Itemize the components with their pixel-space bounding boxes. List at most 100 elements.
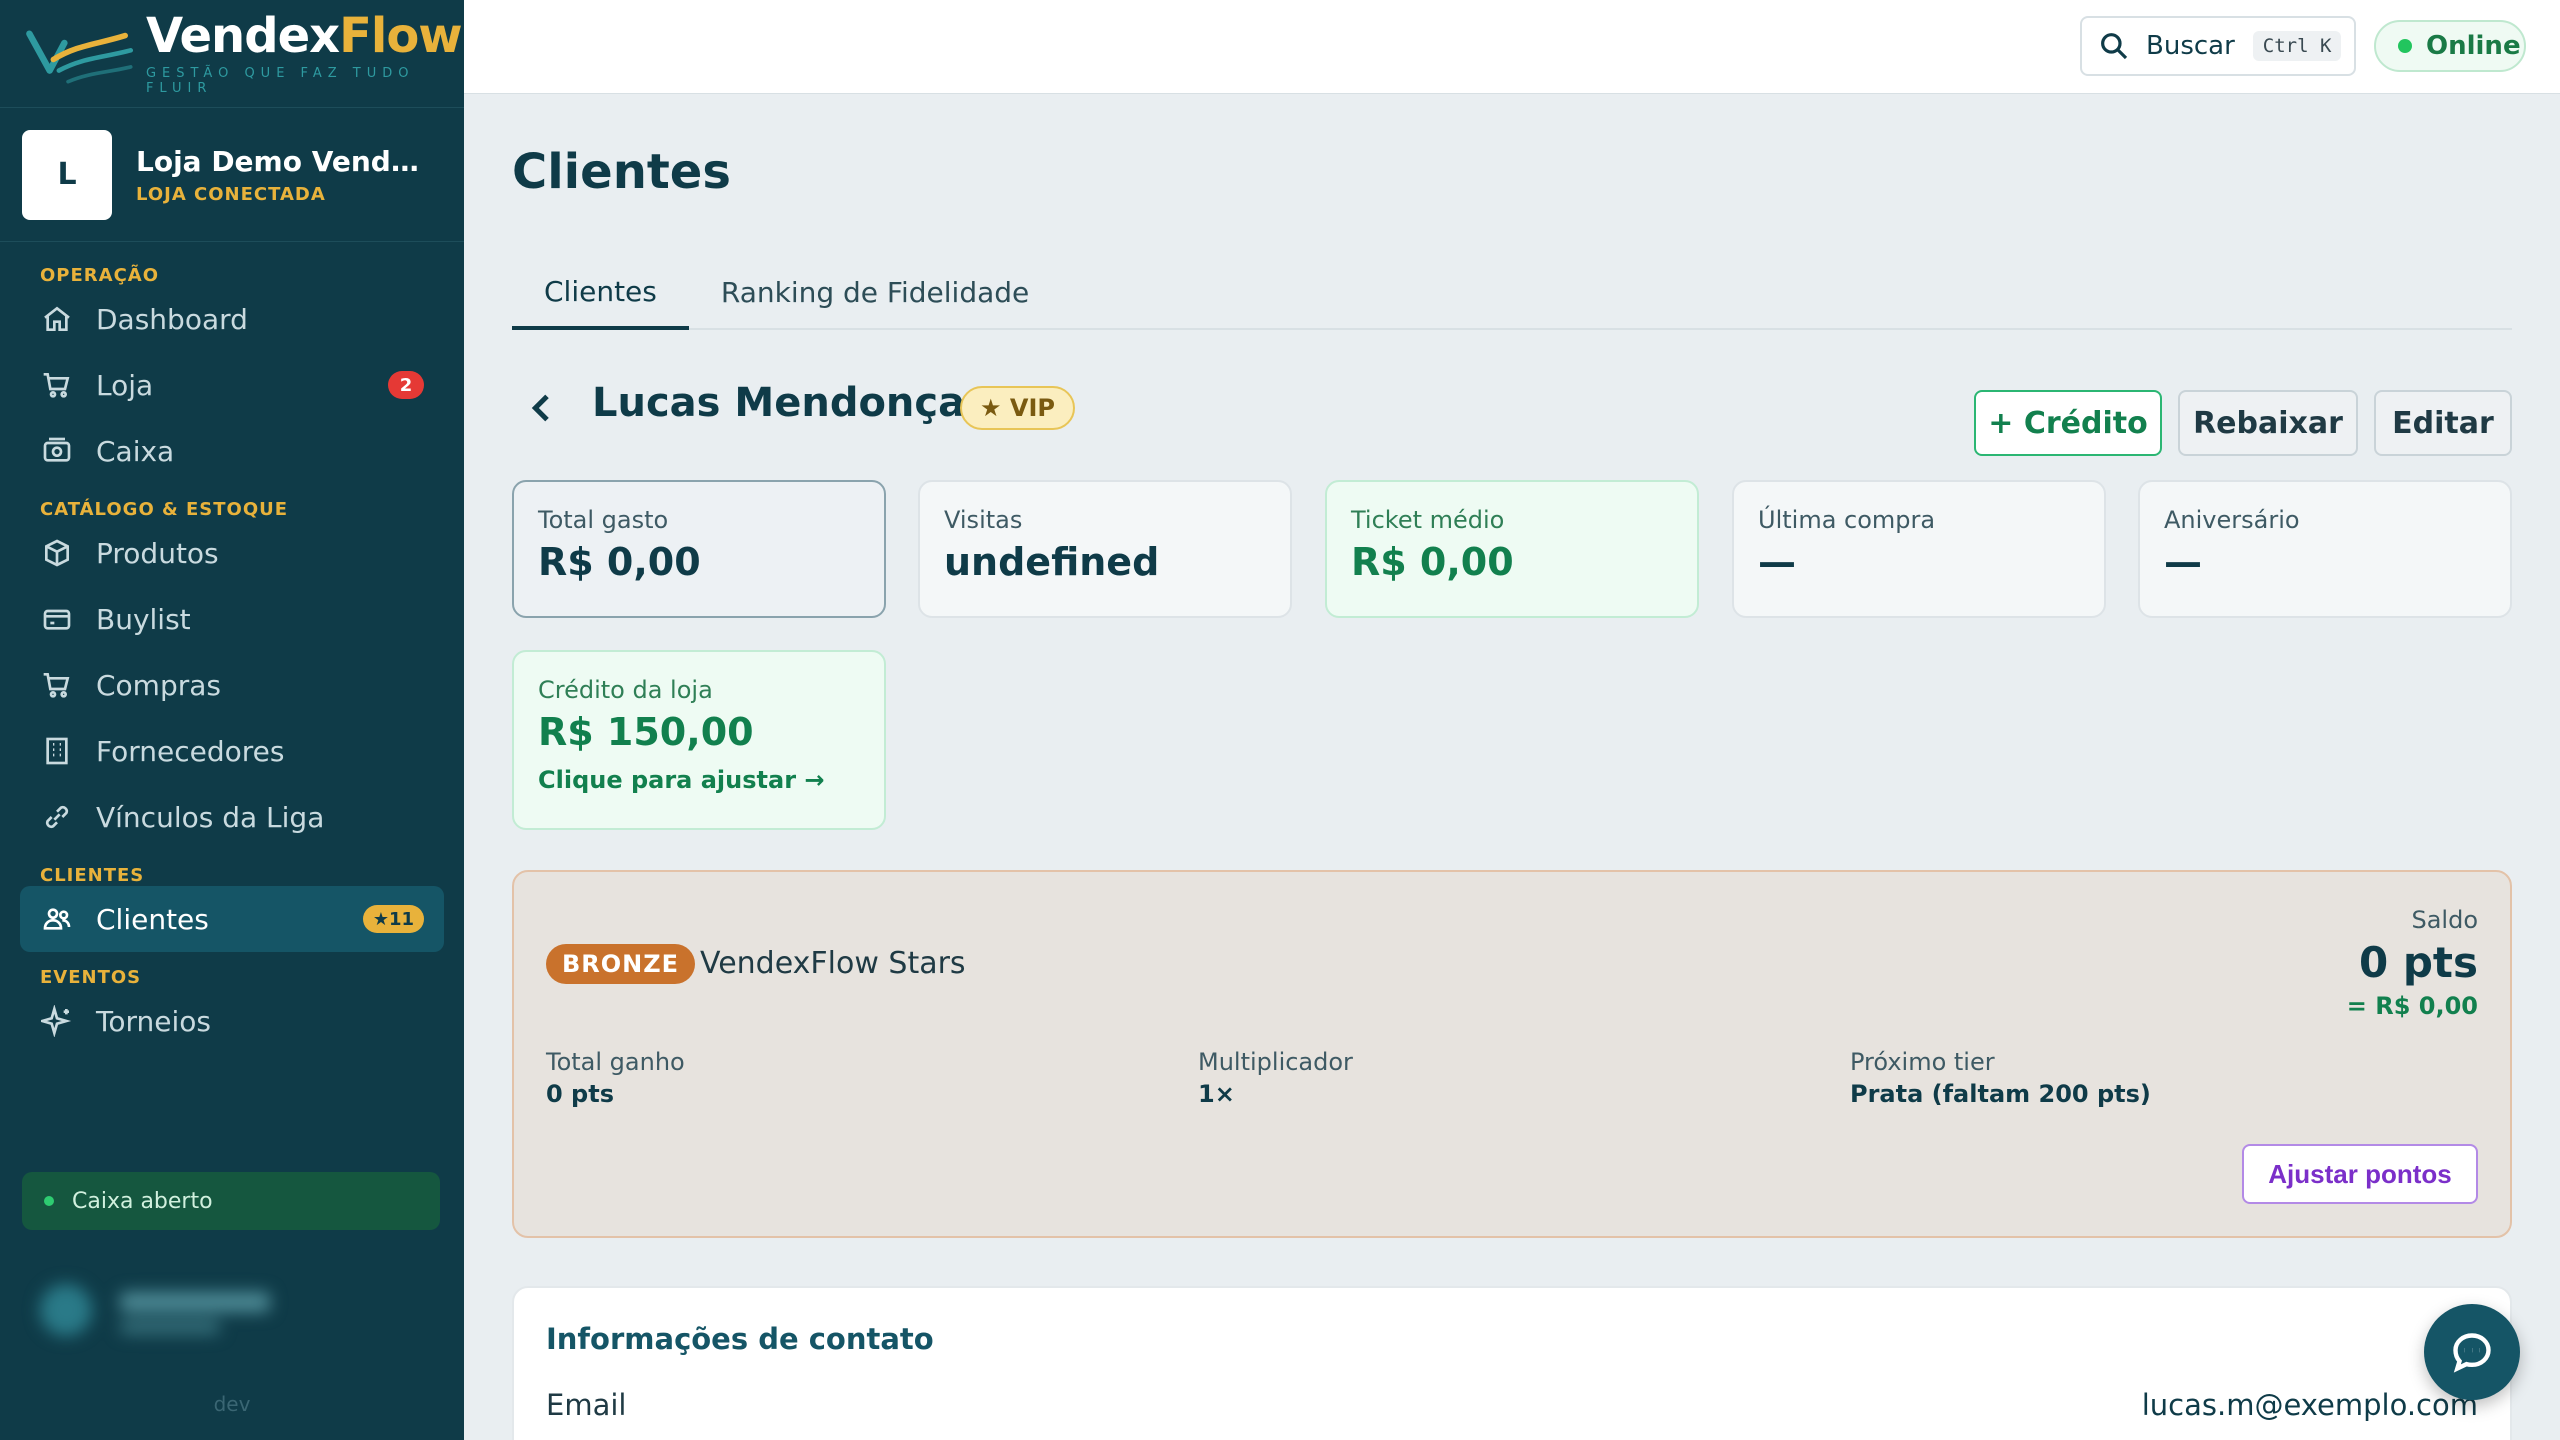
stat-card-aniversario: Aniversário — [2138, 480, 2512, 618]
sidebar-item-label: Compras [96, 668, 221, 702]
adjust-credit-link[interactable]: Clique para ajustar → [538, 766, 860, 794]
sidebar-item-clientes[interactable]: Clientes ★11 [20, 886, 444, 952]
sidebar: VendexFlow GESTÃO QUE FAZ TUDO FLUIR L L… [0, 0, 464, 1440]
stat-value: R$ 0,00 [538, 540, 701, 584]
stats-cards: Total gasto R$ 0,00 Visitas undefined Ti… [512, 480, 2512, 870]
tab-clientes[interactable]: Clientes [512, 256, 689, 330]
sidebar-item-dashboard[interactable]: Dashboard [0, 286, 464, 352]
sidebar-item-label: Fornecedores [96, 734, 285, 768]
loyalty-panel: BRONZE VendexFlow Stars Saldo 0 pts = R$… [512, 870, 2512, 1238]
sidebar-item-label: Loja [96, 368, 154, 402]
stat-card-total-gasto[interactable]: Total gasto R$ 0,00 [512, 480, 886, 618]
online-status-badge: Online [2374, 20, 2526, 72]
nav-section-operacao: OPERAÇÃO [40, 265, 160, 286]
client-header: Lucas Mendonça ★ VIP + Crédito Rebaixar … [512, 330, 2512, 480]
adjust-points-button[interactable]: Ajustar pontos [2242, 1144, 2478, 1204]
email-label: Email [546, 1388, 627, 1422]
edit-button[interactable]: Editar [2374, 390, 2512, 456]
stat-label: Próximo tier [1850, 1048, 1995, 1076]
tab-ranking-fidelidade[interactable]: Ranking de Fidelidade [689, 256, 1061, 328]
balance-value: 0 pts [2359, 938, 2478, 987]
sidebar-item-compras[interactable]: Compras [0, 652, 464, 718]
back-button[interactable] [522, 388, 562, 428]
contact-section-title: Informações de contato [546, 1322, 934, 1356]
stat-card-ultima-compra: Última compra — [1732, 480, 2106, 618]
tabs: Clientes Ranking de Fidelidade [512, 256, 2512, 330]
sidebar-item-label: Caixa [96, 434, 175, 468]
sidebar-item-label: Buylist [96, 602, 191, 636]
stat-value: R$ 150,00 [538, 710, 754, 754]
avatar [40, 1284, 92, 1336]
store-status: LOJA CONECTADA [136, 183, 326, 205]
search-button[interactable]: Buscar Ctrl K [2080, 16, 2356, 76]
sidebar-item-vinculos[interactable]: Vínculos da Liga [0, 784, 464, 850]
brand-name-part1: Vendex [145, 7, 340, 64]
cash-status-indicator[interactable]: Caixa aberto [22, 1172, 440, 1230]
brand-tagline: GESTÃO QUE FAZ TUDO FLUIR [145, 65, 415, 96]
sidebar-item-buylist[interactable]: Buylist [0, 586, 464, 652]
stat-value: R$ 0,00 [1351, 540, 1514, 584]
next-tier-stat: Próximo tier Prata (faltam 200 pts) [1850, 1048, 2151, 1108]
sidebar-item-label: Torneios [96, 1004, 211, 1038]
stat-value: — [2164, 540, 2202, 584]
main-content: Clientes Clientes Ranking de Fidelidade … [512, 94, 2512, 1440]
user-role-placeholder [120, 1320, 220, 1334]
stat-label: Crédito da loja [538, 676, 713, 704]
stat-label: Ticket médio [1351, 506, 1505, 534]
cart-icon [40, 368, 74, 402]
brand-header[interactable]: VendexFlow GESTÃO QUE FAZ TUDO FLUIR [0, 0, 464, 108]
sidebar-item-fornecedores[interactable]: Fornecedores [0, 718, 464, 784]
sparkle-icon [40, 1004, 74, 1038]
nav-section-clientes: CLIENTES [40, 865, 145, 886]
sidebar-item-torneios[interactable]: Torneios [0, 988, 464, 1054]
loja-count-badge: 2 [388, 371, 424, 399]
cart-icon [40, 668, 74, 702]
sidebar-item-label: Produtos [96, 536, 219, 570]
stat-value: — [1758, 540, 1796, 584]
stat-label: Multiplicador [1198, 1048, 1353, 1076]
email-value[interactable]: lucas.m@exemplo.com [2142, 1388, 2478, 1422]
stat-value: 0 pts [546, 1080, 614, 1108]
card-icon [40, 602, 74, 636]
store-switcher[interactable]: L Loja Demo VendexFlow LOJA CONECTADA [0, 108, 464, 242]
search-shortcut: Ctrl K [2252, 31, 2342, 61]
cash-status-label: Caixa aberto [72, 1188, 213, 1214]
stat-value: Prata (faltam 200 pts) [1850, 1080, 2151, 1108]
sidebar-item-loja[interactable]: Loja 2 [0, 352, 464, 418]
brand-name: VendexFlow [146, 12, 464, 60]
stat-label: Aniversário [2164, 506, 2300, 534]
store-name: Loja Demo VendexFlow [136, 144, 436, 178]
cash-register-icon [40, 434, 74, 468]
link-icon [40, 800, 74, 834]
chat-bubble-icon [2453, 1333, 2491, 1373]
users-icon [40, 902, 74, 936]
downgrade-button[interactable]: Rebaixar [2178, 390, 2358, 456]
sidebar-item-produtos[interactable]: Produtos [0, 520, 464, 586]
tier-badge: BRONZE [546, 944, 696, 984]
vip-badge: ★ VIP [960, 386, 1075, 430]
store-avatar: L [22, 129, 112, 220]
stat-value: 1× [1198, 1080, 1235, 1108]
balance-money: = R$ 0,00 [2346, 992, 2478, 1020]
sidebar-item-label: Clientes [96, 902, 209, 936]
sidebar-item-label: Dashboard [96, 302, 248, 336]
add-credit-button[interactable]: + Crédito [1974, 390, 2162, 456]
stat-label: Visitas [944, 506, 1023, 534]
building-icon [40, 734, 74, 768]
chat-button[interactable] [2424, 1304, 2520, 1400]
user-profile-blurred[interactable] [30, 1270, 430, 1350]
status-dot-icon [44, 1196, 54, 1206]
store-credit-card[interactable]: Crédito da loja R$ 150,00 Clique para aj… [512, 650, 886, 830]
stat-label: Total ganho [546, 1048, 685, 1076]
online-label: Online [2426, 31, 2521, 61]
clientes-count-badge: ★11 [362, 905, 424, 933]
stat-label: Última compra [1758, 506, 1936, 534]
stat-card-visitas: Visitas undefined [918, 480, 1292, 618]
total-earned-stat: Total ganho 0 pts [546, 1048, 685, 1108]
search-label: Buscar [2146, 31, 2235, 61]
page-title: Clientes [512, 144, 731, 200]
sidebar-item-caixa[interactable]: Caixa [0, 418, 464, 484]
topbar: Buscar Ctrl K Online [464, 0, 2560, 94]
balance-label: Saldo [2411, 906, 2478, 934]
brand-name-part2: Flow [339, 7, 463, 64]
